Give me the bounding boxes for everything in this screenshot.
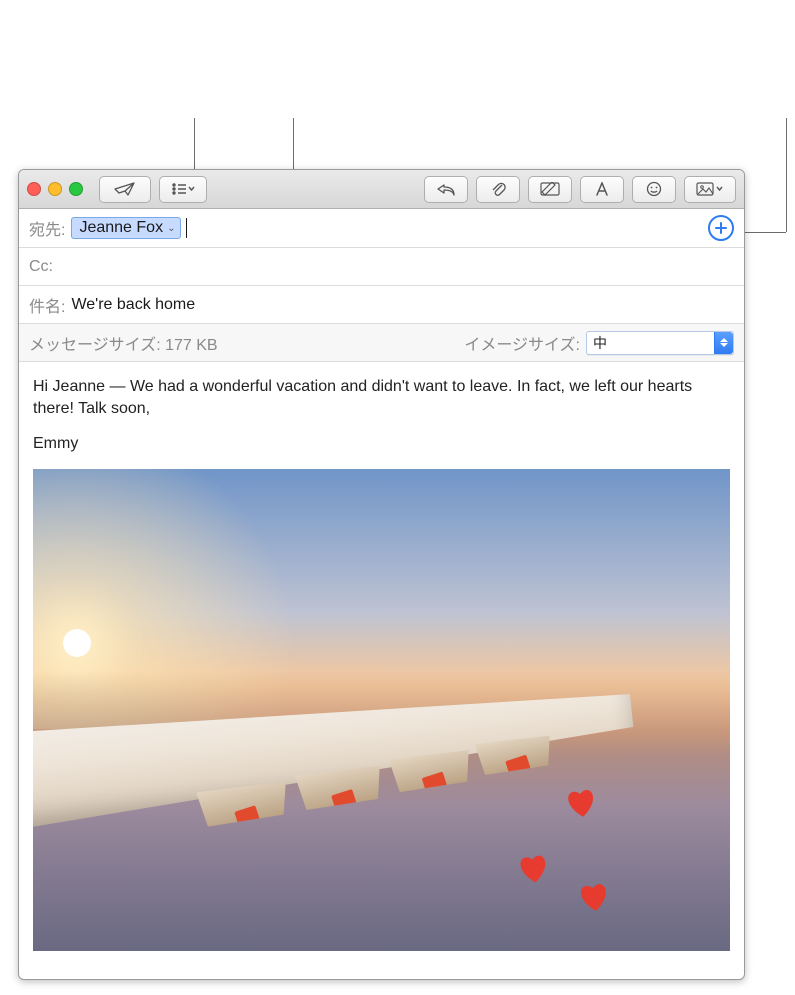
reply-icon — [436, 182, 456, 196]
cc-row[interactable]: Cc: — [19, 248, 744, 286]
image-size-label: イメージサイズ: — [464, 331, 580, 355]
callout-line-add-contact-h — [742, 232, 786, 233]
markup-icon — [540, 182, 560, 196]
attached-image[interactable] — [33, 469, 730, 951]
image-size-value: 中 — [593, 333, 714, 353]
photo-chevron-icon — [696, 182, 724, 196]
paper-plane-icon — [114, 181, 136, 197]
message-size-label: メッセージサイズ: — [29, 337, 161, 354]
header-fields-button[interactable] — [159, 176, 207, 203]
chevron-down-icon: ⌄ — [167, 223, 175, 234]
message-size-value: 177 KB — [165, 337, 217, 354]
list-chevron-icon — [171, 182, 195, 196]
emoji-button[interactable] — [632, 176, 676, 203]
format-button[interactable] — [580, 176, 624, 203]
body-signature: Emmy — [33, 433, 730, 455]
subject-value[interactable]: We're back home — [71, 296, 195, 314]
photo-browser-button[interactable] — [684, 176, 736, 203]
body-paragraph: Hi Jeanne — We had a wonderful vacation … — [33, 376, 730, 419]
format-A-icon — [594, 182, 610, 196]
subject-label: 件名: — [29, 293, 65, 317]
smiley-icon — [646, 181, 662, 197]
to-row[interactable]: 宛先: Jeanne Fox ⌄ — [19, 209, 744, 248]
to-label: 宛先: — [29, 216, 65, 240]
reply-button[interactable] — [424, 176, 468, 203]
recipient-name: Jeanne Fox — [79, 219, 163, 237]
size-row: メッセージサイズ: 177 KB イメージサイズ: 中 — [19, 324, 744, 362]
attach-button[interactable] — [476, 176, 520, 203]
markup-button[interactable] — [528, 176, 572, 203]
plus-icon — [715, 222, 727, 234]
window-controls — [27, 182, 83, 196]
cc-label: Cc: — [29, 258, 53, 276]
add-contact-button[interactable] — [708, 215, 734, 241]
callout-line-add-contact-v — [786, 118, 787, 232]
message-size: メッセージサイズ: 177 KB — [29, 331, 218, 355]
titlebar — [19, 170, 744, 209]
compose-window: 宛先: Jeanne Fox ⌄ Cc: 件名: We're back home — [18, 169, 745, 980]
subject-row[interactable]: 件名: We're back home — [19, 286, 744, 324]
image-size-select[interactable]: 中 — [586, 331, 734, 355]
send-button[interactable] — [99, 176, 151, 203]
minimize-window-button[interactable] — [48, 182, 62, 196]
paperclip-icon — [490, 180, 506, 198]
close-window-button[interactable] — [27, 182, 41, 196]
stepper-icon — [714, 332, 733, 354]
recipient-token[interactable]: Jeanne Fox ⌄ — [71, 217, 181, 239]
zoom-window-button[interactable] — [69, 182, 83, 196]
text-cursor — [186, 218, 187, 238]
message-body[interactable]: Hi Jeanne — We had a wonderful vacation … — [19, 362, 744, 455]
message-headers: 宛先: Jeanne Fox ⌄ Cc: 件名: We're back home — [19, 209, 744, 362]
